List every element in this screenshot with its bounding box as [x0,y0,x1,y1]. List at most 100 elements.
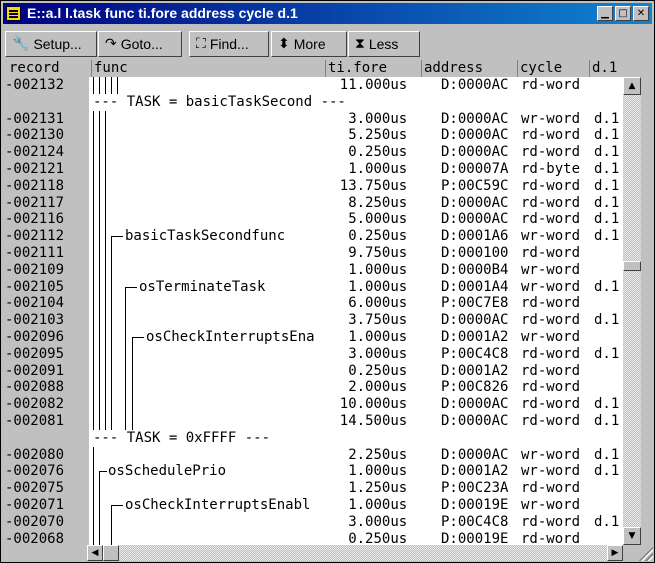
call-tree-line [111,505,123,506]
cycle-cell: rd-word [521,127,581,144]
address-cell: D:0000AC [441,396,509,413]
find-button[interactable]: ⛶ Find... [189,31,269,57]
fore-time-cell: 1.000us [348,497,408,513]
table-row[interactable]: -002105 osTerminateTask 1.000us D:0001A4 wr-… [3,279,623,296]
func-cell: osSchedulePrio [108,463,227,480]
table-row[interactable]: -002132 11.000us D:0000AC rd-word [3,77,623,94]
record-cell: -002117 [5,194,65,211]
less-button[interactable]: ⧗ Less [348,31,420,57]
address-cell: D:00019E [441,497,509,513]
table-row[interactable]: -002112 basicTaskSecondfunc 0.250us D:0001A… [3,228,623,245]
app-icon[interactable] [6,6,21,21]
record-cell: -002068 [5,530,65,545]
table-row[interactable]: -002096 osCheckInterruptsEna 1.000us D:0001… [3,329,623,346]
table-row[interactable]: -002076 osSchedulePrio 1.000us D:0001A2 wr-w… [3,463,623,480]
fore-time-cell: 3.000us [348,513,408,530]
table-row[interactable]: -002131 3.000us D:0000AC wr-word d.1 [3,111,623,128]
fore-time-cell: 1.000us [348,278,408,295]
table-row[interactable]: -002124 0.250us D:0000AC rd-word d.1 [3,144,623,161]
cycle-cell: rd-word [521,194,581,211]
table-row[interactable]: -002109 1.000us D:0000B4 wr-word [3,262,623,279]
fore-time-cell: 5.250us [348,127,408,144]
task-separator-label: --- TASK = 0xFFFF --- [93,429,271,446]
trace-list[interactable]: -002132 11.000us D:0000AC rd-word --- TASK =… [3,77,623,545]
address-cell: D:0000AC [441,110,509,127]
record-cell: -002112 [5,228,65,245]
column-func[interactable]: func [91,60,325,77]
call-tree-line [105,77,106,94]
address-cell: D:0000AC [441,446,509,463]
record-cell: -002081 [5,413,65,429]
vertical-scroll-thumb[interactable] [623,261,641,271]
call-tree-line [99,77,100,94]
fore-time-cell: 2.250us [348,446,408,463]
close-button[interactable]: ✕ [633,6,649,21]
call-tree-line [99,110,100,430]
table-row[interactable]: -002081 14.500us D:0000AC rd-word d.1 [3,413,623,430]
address-cell: D:0000AC [441,312,509,329]
table-row[interactable]: -002071 osCheckInterruptsEnabl 1.000us D:00… [3,497,623,514]
vertical-scrollbar[interactable]: ▲ ▼ [623,77,641,545]
call-tree-line [125,286,137,288]
table-row[interactable]: -002082 10.000us D:0000AC rd-word d.1 [3,396,623,413]
cycle-cell: rd-word [521,480,581,497]
d1-cell: d.1 [594,463,620,480]
d1-cell: d.1 [594,194,620,211]
cycle-cell: rd-word [521,362,581,379]
title-bar[interactable]: E::a.l l.task func ti.fore address cycle… [3,3,652,24]
call-tree-line [93,77,94,94]
column-d1[interactable]: d.1 [589,60,629,77]
horizontal-scroll-thumb[interactable] [103,545,119,561]
goto-button[interactable]: ↷ Goto... [98,31,182,57]
setup-button[interactable]: 🔧 Setup... [5,31,97,57]
record-cell: -002104 [5,295,65,312]
horizontal-scrollbar[interactable]: ◀ ▶ [87,545,623,561]
scroll-down-button[interactable]: ▼ [623,527,641,545]
record-cell: -002118 [5,177,65,194]
task-separator-row[interactable]: --- TASK = basicTaskSecond --- [3,94,623,111]
table-row[interactable]: -002104 6.000us P:00C7E8 rd-word [3,295,623,312]
address-cell: D:0001A6 [441,228,509,245]
column-address[interactable]: address [421,60,517,77]
cycle-cell: wr-word [521,463,581,480]
window-title: E::a.l l.task func ti.fore address cycle… [27,5,298,21]
table-row[interactable]: -002070 3.000us P:00C4C8 rd-word d.1 [3,514,623,531]
resize-grip[interactable] [637,545,653,561]
minimize-button[interactable]: ▁ [597,6,613,21]
table-row[interactable]: -002130 5.250us D:0000AC rd-word d.1 [3,127,623,144]
address-cell: D:0000B4 [441,261,509,278]
scroll-right-button[interactable]: ▶ [607,545,623,561]
table-row[interactable]: -002118 13.750us P:00C59C rd-word d.1 [3,178,623,195]
column-record[interactable]: record [3,60,91,77]
table-row[interactable]: -002117 8.250us D:0000AC rd-word d.1 [3,195,623,212]
cycle-cell: rd-word [521,345,581,362]
table-row[interactable]: -002088 2.000us P:00C826 rd-word [3,379,623,396]
table-row[interactable]: -002121 1.000us D:00007A rd-byte d.1 [3,161,623,178]
table-row[interactable]: -002095 3.000us P:00C4C8 rd-word d.1 [3,346,623,363]
scroll-up-button[interactable]: ▲ [623,77,641,95]
cycle-cell: wr-word [521,228,581,245]
table-row[interactable]: -002068 0.250us D:00019E rd-word [3,531,623,545]
cycle-cell: wr-word [521,278,581,295]
d1-cell: d.1 [594,127,620,144]
d1-cell: d.1 [594,110,620,127]
table-row[interactable]: -002103 3.750us D:0000AC rd-word d.1 [3,312,623,329]
address-cell: D:0000AC [441,127,509,144]
table-row[interactable]: -002091 0.250us D:0001A2 rd-word [3,363,623,380]
less-label: Less [368,36,399,52]
address-cell: D:00019E [441,530,509,545]
task-separator-row[interactable]: --- TASK = 0xFFFF --- [3,430,623,447]
call-tree-line [132,337,133,430]
binoculars-icon: ⛶ [196,36,206,52]
cycle-cell: rd-word [521,530,581,545]
more-button[interactable]: ⬍ More [271,31,347,57]
scroll-left-button[interactable]: ◀ [87,545,103,561]
table-row[interactable]: -002075 1.250us P:00C23A rd-word [3,480,623,497]
table-row[interactable]: -002116 5.000us D:0000AC rd-word d.1 [3,211,623,228]
table-row[interactable]: -002111 9.750us D:000100 rd-word [3,245,623,262]
table-row[interactable]: -002080 2.250us D:0000AC wr-word d.1 [3,447,623,464]
maximize-button[interactable]: □ [615,6,631,21]
address-cell: D:0000AC [441,77,509,93]
column-fore[interactable]: ti.fore [325,60,421,77]
column-cycle[interactable]: cycle [517,60,589,77]
